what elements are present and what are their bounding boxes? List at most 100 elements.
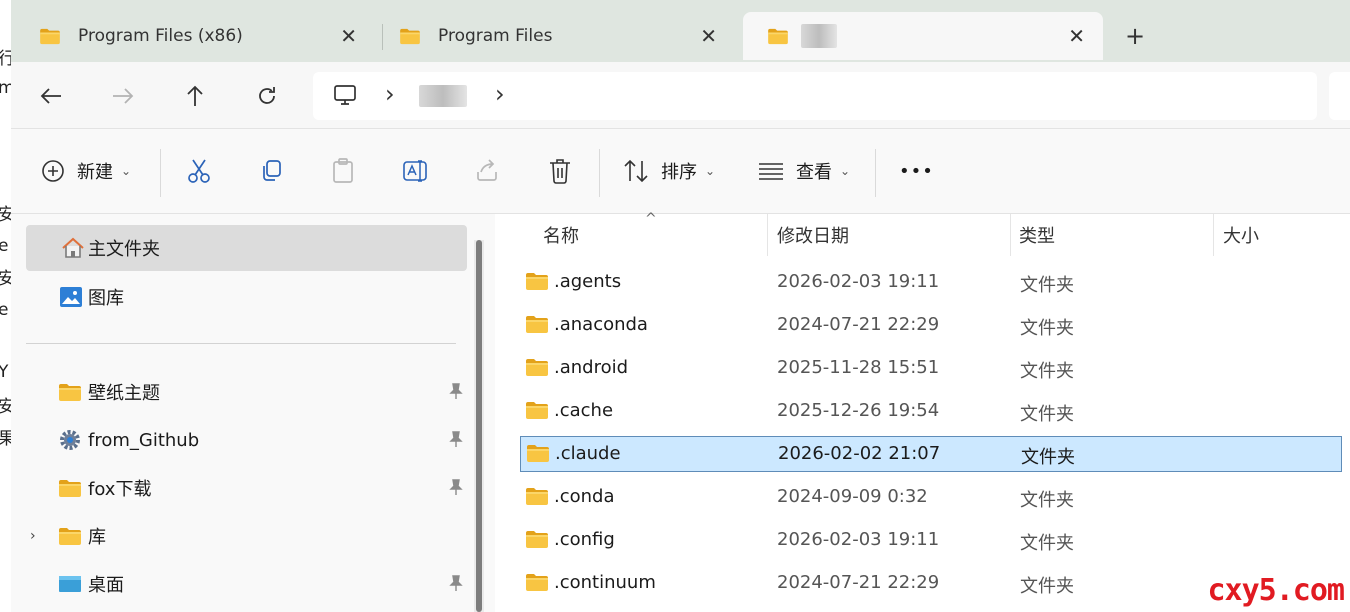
sidebar-item-from-github[interactable]: from_Github xyxy=(26,417,467,463)
folder-icon xyxy=(58,383,82,402)
sidebar-item-label: fox下载 xyxy=(88,479,152,500)
background-text: e xyxy=(0,236,9,256)
chevron-right-icon[interactable]: › xyxy=(30,528,36,544)
background-text: 果 xyxy=(0,429,11,449)
rename-button[interactable] xyxy=(403,151,429,191)
tab-program-files[interactable]: Program Files ✕ xyxy=(375,12,735,60)
sort-button-label: 排序 xyxy=(661,162,697,183)
file-name: .config xyxy=(554,529,615,550)
folder-icon xyxy=(525,573,549,592)
delete-button[interactable] xyxy=(548,151,572,191)
breadcrumb-separator[interactable]: › xyxy=(495,80,505,108)
trash-icon xyxy=(550,159,570,184)
folder-icon xyxy=(525,401,549,420)
background-text: 安 xyxy=(0,205,11,225)
background-text: 安 xyxy=(0,269,11,289)
column-resizer[interactable] xyxy=(1010,214,1011,256)
file-row[interactable]: .android 2025-11-28 15:51 文件夹 xyxy=(520,351,1342,387)
redacted-folder-name[interactable] xyxy=(419,85,467,107)
folder-icon xyxy=(525,315,549,334)
background-text: m xyxy=(0,78,11,98)
refresh-icon xyxy=(259,87,275,104)
file-row[interactable]: .anaconda 2024-07-21 22:29 文件夹 xyxy=(520,308,1342,344)
sidebar-item-home[interactable]: 主文件夹 xyxy=(26,225,467,271)
pin-icon[interactable] xyxy=(449,383,463,399)
sort-icon xyxy=(624,159,648,183)
scrollbar-thumb[interactable] xyxy=(476,240,482,612)
tab-program-files-x86[interactable]: Program Files (x86) ✕ xyxy=(15,12,375,60)
column-header-label: 名称 xyxy=(543,226,579,247)
navigation-bar: › › xyxy=(11,62,1350,128)
computer-icon xyxy=(334,85,356,105)
tab-current[interactable]: ✕ xyxy=(743,12,1103,60)
file-type: 文件夹 xyxy=(1020,318,1074,339)
desktop-icon xyxy=(59,576,81,592)
sidebar-item-label: from_Github xyxy=(88,429,200,451)
column-header-label: 修改日期 xyxy=(777,226,849,247)
view-button[interactable]: 查看 ⌄ xyxy=(758,151,850,191)
copy-button[interactable] xyxy=(259,151,283,191)
view-button-label: 查看 xyxy=(796,162,832,183)
share-button[interactable] xyxy=(475,151,499,191)
file-row[interactable]: .config 2026-02-03 19:11 文件夹 xyxy=(520,523,1342,559)
close-icon[interactable]: ✕ xyxy=(700,24,717,48)
sidebar-item-gallery[interactable]: 图库 xyxy=(26,274,467,320)
file-type: 文件夹 xyxy=(1021,447,1075,468)
breadcrumb-separator[interactable]: › xyxy=(385,80,395,108)
pin-icon[interactable] xyxy=(449,431,463,447)
new-button[interactable]: 新建 ⌄ xyxy=(41,151,131,191)
paste-button[interactable] xyxy=(331,151,355,191)
arrow-left-icon xyxy=(40,88,61,104)
search-box[interactable] xyxy=(1329,72,1350,120)
navigation-scrollbar[interactable] xyxy=(474,240,484,612)
background-text: e xyxy=(0,300,9,320)
sidebar-item-fox-downloads[interactable]: fox下载 xyxy=(26,465,467,511)
column-header-type[interactable]: 类型 xyxy=(1019,214,1055,256)
file-type: 文件夹 xyxy=(1020,361,1074,382)
refresh-button[interactable] xyxy=(247,78,287,114)
column-header-name[interactable]: 名称 xyxy=(543,214,579,256)
column-header-modified[interactable]: 修改日期 xyxy=(777,214,849,256)
close-icon[interactable]: ✕ xyxy=(340,24,357,48)
folder-icon xyxy=(525,530,549,549)
file-row[interactable]: .conda 2024-09-09 0:32 文件夹 xyxy=(520,480,1342,516)
new-tab-button[interactable]: + xyxy=(1125,22,1145,50)
sidebar-divider xyxy=(26,343,456,344)
toolbar-separator xyxy=(875,149,876,197)
close-icon[interactable]: ✕ xyxy=(1068,24,1085,48)
clipboard-icon xyxy=(333,158,353,183)
sidebar-item-label: 主文件夹 xyxy=(88,239,160,260)
pin-icon[interactable] xyxy=(449,575,463,591)
cut-button[interactable] xyxy=(187,151,211,191)
plus-circle-icon xyxy=(42,160,64,182)
column-resizer[interactable] xyxy=(767,214,768,256)
background-window-strip: 行 m 安 e 安 e Y 安 果 xyxy=(0,0,11,612)
file-modified: 2025-11-28 15:51 xyxy=(777,357,940,378)
file-name: .conda xyxy=(554,486,615,507)
file-row[interactable]: .agents 2026-02-03 19:11 文件夹 xyxy=(520,265,1342,301)
address-bar[interactable]: › › xyxy=(313,72,1317,120)
more-options-button[interactable]: ••• xyxy=(899,151,934,191)
column-resizer[interactable] xyxy=(1213,214,1214,256)
folder-icon xyxy=(767,28,789,45)
back-button[interactable] xyxy=(31,78,71,114)
sidebar-item-wallpaper[interactable]: 壁纸主题 xyxy=(26,369,467,415)
column-header-size[interactable]: 大小 xyxy=(1223,214,1259,256)
folder-icon xyxy=(525,358,549,377)
rename-icon xyxy=(403,160,427,182)
copy-icon xyxy=(263,160,281,181)
home-icon xyxy=(62,237,84,258)
folder-icon xyxy=(525,272,549,291)
sidebar-item-library[interactable]: › 库 xyxy=(26,513,467,559)
pin-icon[interactable] xyxy=(449,479,463,495)
up-button[interactable] xyxy=(175,78,215,114)
sort-ascending-icon: ^ xyxy=(645,211,657,227)
arrow-right-icon xyxy=(113,88,134,104)
background-text: 行 xyxy=(0,49,11,69)
sidebar-item-desktop[interactable]: 桌面 xyxy=(26,561,467,607)
sort-button[interactable]: 排序 ⌄ xyxy=(623,151,715,191)
file-row[interactable]: .cache 2025-12-26 19:54 文件夹 xyxy=(520,394,1342,430)
file-row-selected[interactable]: .claude 2026-02-02 21:07 文件夹 xyxy=(520,436,1342,472)
file-type: 文件夹 xyxy=(1020,533,1074,554)
forward-button[interactable] xyxy=(103,78,143,114)
